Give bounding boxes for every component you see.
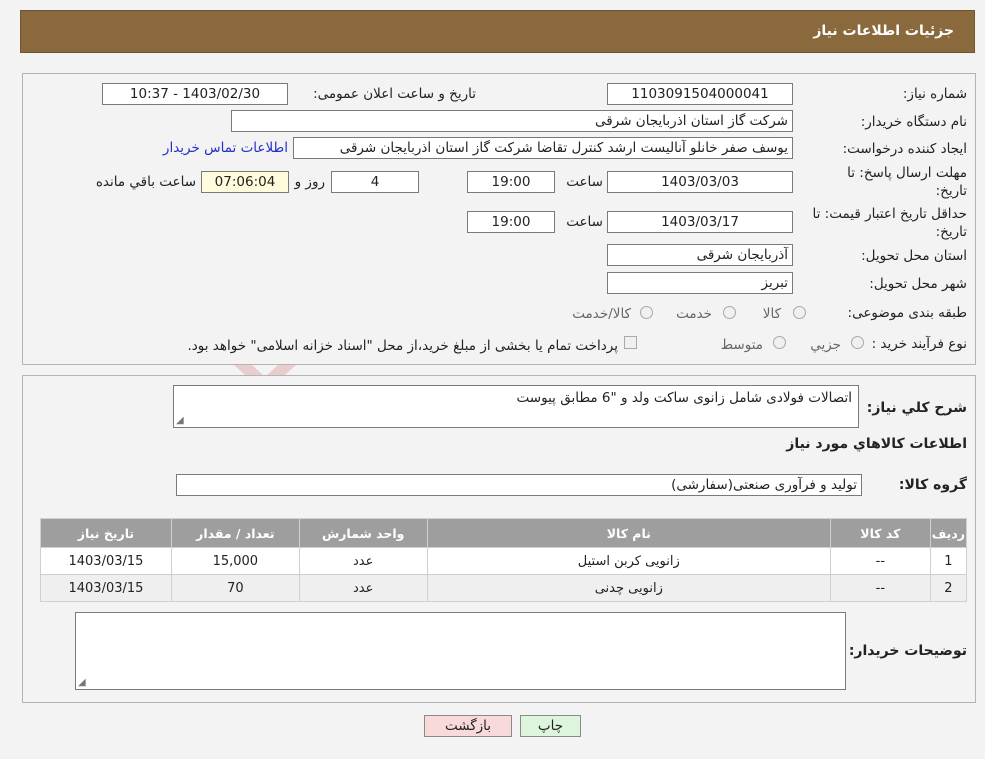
col-row-number: رديف — [929, 518, 968, 548]
time-remaining-label: ساعت باقي مانده — [95, 174, 196, 190]
process-partial-label: جزیي — [810, 337, 841, 353]
category-label: طبقه بندی موضوعی: — [847, 305, 967, 321]
cell-need-date: 1403/03/15 — [40, 574, 172, 602]
page-title: جزئیات اطلاعات نیاز — [813, 23, 954, 39]
category-goods-radio[interactable] — [793, 306, 806, 319]
goods-info-title: اطلاعات کالاهاي مورد نياز — [786, 436, 967, 452]
city-label: شهر محل تحویل: — [869, 276, 967, 292]
buyer-contact-link[interactable]: اطلاعات تماس خریدار — [163, 140, 288, 156]
col-item-name: نام کالا — [426, 518, 831, 548]
cell-quantity: 15,000 — [170, 547, 300, 575]
process-medium-radio[interactable] — [773, 336, 786, 349]
process-medium-label: متوسط — [720, 337, 763, 353]
validity-label: حداقل تاریخ اعتبار قیمت: تا — [812, 206, 967, 222]
cell-item-code: -- — [829, 574, 931, 602]
process-partial-radio[interactable] — [851, 336, 864, 349]
validity-label-date: تاریخ: — [935, 224, 967, 240]
need-number-field: 1103091504000041 — [607, 83, 793, 105]
col-need-date: تاريخ نياز — [40, 518, 172, 548]
time-remaining-field: 07:06:04 — [201, 171, 289, 193]
resize-grip-icon[interactable]: ◢ — [78, 677, 86, 688]
description-textarea: اتصالات فولادی شامل زانوی ساکت ولد و "6 … — [173, 385, 859, 428]
print-button[interactable]: چاپ — [520, 715, 581, 737]
resize-grip-icon[interactable]: ◢ — [176, 415, 184, 426]
process-label: نوع فرآیند خرید : — [871, 336, 967, 352]
validity-time-field: 19:00 — [467, 211, 555, 233]
province-field: آذربایجان شرقی — [607, 244, 793, 266]
cell-item-name: زانویی کربن استیل — [426, 547, 831, 575]
goods-group-field: تولید و فرآوری صنعتی(سفارشی) — [176, 474, 862, 496]
category-both-radio[interactable] — [640, 306, 653, 319]
category-goods-label: کالا — [762, 306, 781, 322]
col-quantity: تعداد / مقدار — [170, 518, 300, 548]
deadline-date-field: 1403/03/03 — [607, 171, 793, 193]
days-label: روز و — [294, 174, 325, 190]
col-unit: واحد شمارش — [298, 518, 428, 548]
goods-group-label: گروه کالا: — [898, 477, 967, 493]
announce-field: 1403/02/30 - 10:37 — [102, 83, 288, 105]
deadline-time-field: 19:00 — [467, 171, 555, 193]
buyer-notes-textarea[interactable]: ◢ — [75, 612, 846, 690]
buyer-org-field: شرکت گاز استان اذربایجان شرقی — [231, 110, 793, 132]
deadline-time-label: ساعت — [566, 174, 603, 190]
cell-need-date: 1403/03/15 — [40, 547, 172, 575]
creator-label: ایجاد کننده درخواست: — [842, 141, 967, 157]
cell-row-number: 2 — [929, 574, 968, 602]
treasury-checkbox[interactable] — [624, 336, 637, 349]
days-remaining-field: 4 — [331, 171, 419, 193]
buyer-notes-label: توضیحات خریدار: — [848, 643, 967, 659]
cell-unit: عدد — [298, 574, 428, 602]
category-service-label: خدمت — [676, 306, 712, 322]
table-row: 1 -- زانویی کربن استیل عدد 15,000 1403/0… — [40, 547, 968, 575]
province-label: استان محل تحویل: — [861, 248, 967, 264]
cell-item-name: زانویی چدنی — [426, 574, 831, 602]
announce-label: تاریخ و ساعت اعلان عمومی: — [313, 86, 476, 102]
category-both-label: کالا/خدمت — [572, 306, 631, 322]
cell-unit: عدد — [298, 547, 428, 575]
buyer-org-label: نام دستگاه خریدار: — [860, 114, 967, 130]
goods-table: رديف کد کالا نام کالا واحد شمارش تعداد /… — [40, 518, 968, 602]
validity-date-field: 1403/03/17 — [607, 211, 793, 233]
process-note: پرداخت تمام یا بخشی از مبلغ خرید،از محل … — [187, 338, 618, 354]
need-number-label: شماره نیاز: — [902, 86, 967, 102]
page-header: جزئیات اطلاعات نیاز — [20, 10, 975, 53]
validity-time-label: ساعت — [566, 214, 603, 230]
col-item-code: کد کالا — [829, 518, 931, 548]
description-label: شرح کلي نياز: — [866, 400, 967, 416]
deadline-label-date: تاریخ: — [935, 183, 967, 199]
description-text: اتصالات فولادی شامل زانوی ساکت ولد و "6 … — [516, 390, 852, 406]
cell-row-number: 1 — [929, 547, 968, 575]
cell-item-code: -- — [829, 547, 931, 575]
category-service-radio[interactable] — [723, 306, 736, 319]
cell-quantity: 70 — [170, 574, 300, 602]
back-button[interactable]: بازگشت — [424, 715, 512, 737]
deadline-label: مهلت ارسال پاسخ: تا — [847, 165, 967, 181]
city-field: تبریز — [607, 272, 793, 294]
table-row: 2 -- زانویی چدنی عدد 70 1403/03/15 — [40, 574, 968, 602]
table-header-row: رديف کد کالا نام کالا واحد شمارش تعداد /… — [40, 518, 968, 548]
creator-field: یوسف صفر خانلو آنالیست ارشد کنترل تقاضا … — [293, 137, 793, 159]
